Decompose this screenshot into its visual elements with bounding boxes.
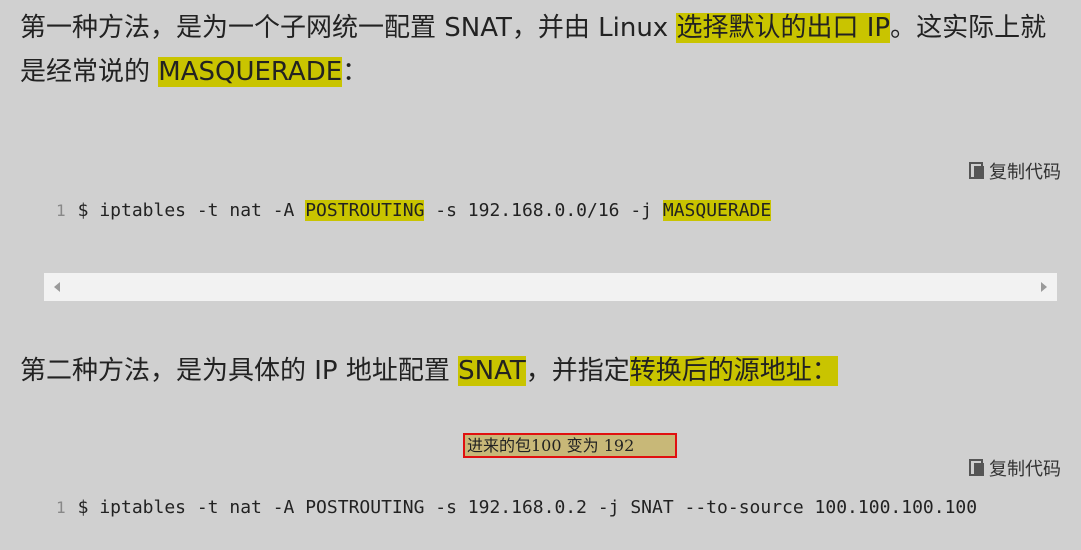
para2-text-2: ，并指定 [525,356,630,386]
code-block-1-line: 1 $ iptables -t nat -A POSTROUTING -s 192… [56,200,772,221]
code-highlight: MASQUERADE [662,200,772,221]
para1-text-3: ： [342,57,369,87]
annotation-note: 进来的包100 变为 192 [463,433,677,458]
copy-icon [969,162,985,180]
code-highlight: POSTROUTING [305,200,425,221]
paragraph-method-1: 第一种方法，是为一个子网统一配置 SNAT，并由 Linux 选择默认的出口 I… [20,6,1065,94]
scroll-left-icon[interactable] [54,282,60,292]
para2-highlight-2: 转换后的源地址： [629,356,838,386]
code-block-2-line: 1 $ iptables -t nat -A POSTROUTING -s 192… [56,497,977,518]
para1-text-1: 第一种方法，是为一个子网统一配置 SNAT，并由 Linux [20,13,677,43]
para2-highlight-1: SNAT [458,356,526,386]
para1-highlight-1: 选择默认的出口 IP [676,13,891,43]
code-segment: $ iptables -t nat -A [77,200,306,221]
line-number: 1 [56,201,66,220]
para2-text-1: 第二种方法，是为具体的 IP 地址配置 [20,356,459,386]
code-segment: -s 192.168.0.0/16 -j [424,200,663,221]
paragraph-method-2: 第二种方法，是为具体的 IP 地址配置 SNAT，并指定转换后的源地址： [20,349,1065,393]
copy-icon [969,459,985,477]
copy-code-label: 复制代码 [989,459,1061,480]
code-segment: $ iptables -t nat -A POSTROUTING -s 192.… [77,497,978,518]
copy-code-button-1[interactable]: 复制代码 [969,158,1061,184]
scroll-right-icon[interactable] [1041,282,1047,292]
copy-code-label: 复制代码 [989,162,1061,183]
para1-highlight-2: MASQUERADE [158,57,343,87]
copy-code-button-2[interactable]: 复制代码 [969,455,1061,481]
line-number: 1 [56,498,66,517]
horizontal-scrollbar[interactable] [44,273,1057,301]
